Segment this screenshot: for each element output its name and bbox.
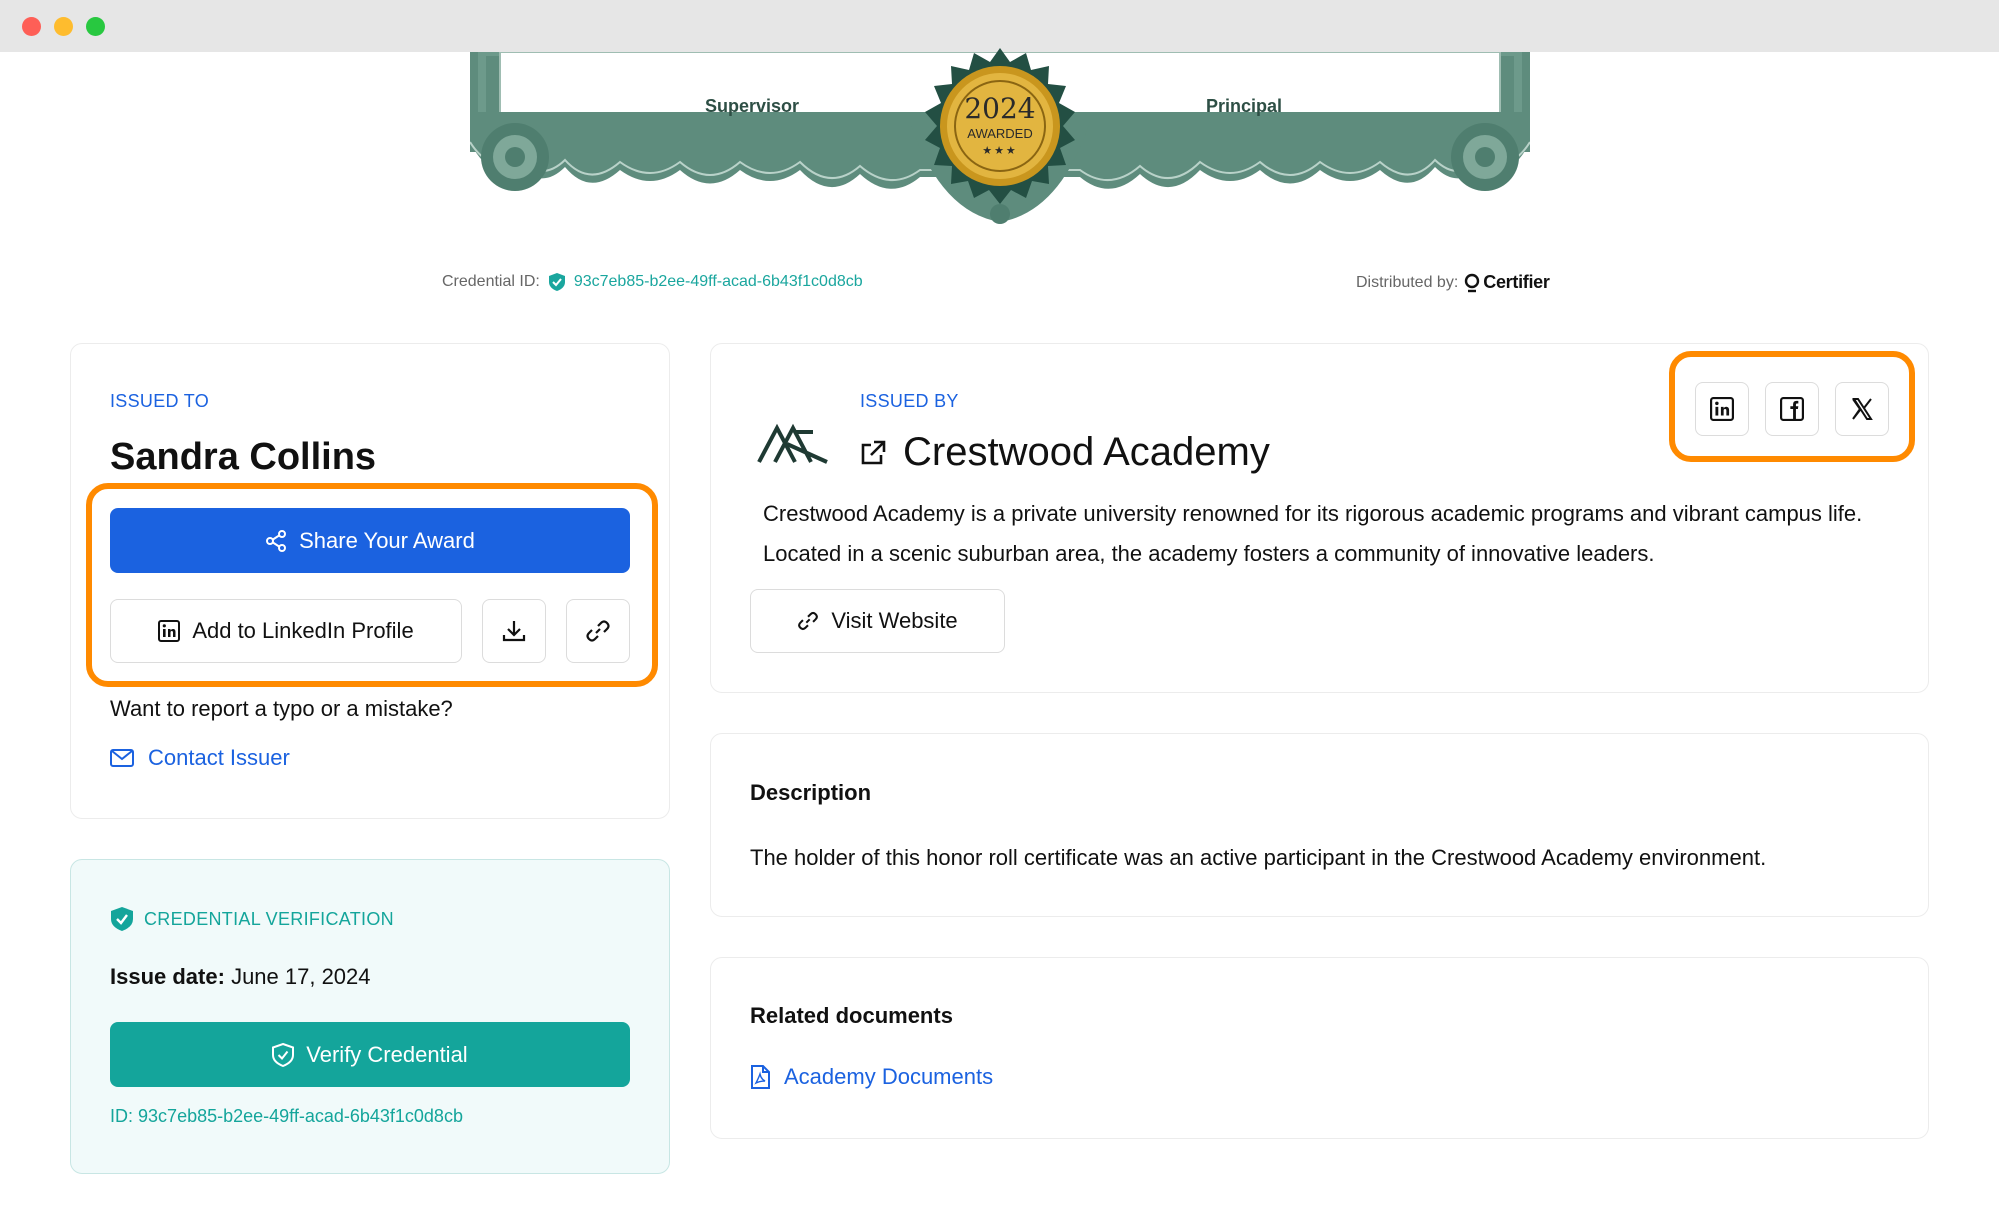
share-award-button[interactable]: Share Your Award <box>110 508 630 573</box>
shield-check-outline-icon <box>272 1042 295 1067</box>
mail-icon <box>110 749 134 767</box>
visit-website-label: Visit Website <box>831 608 958 633</box>
related-documents-title: Related documents <box>750 1003 953 1028</box>
credential-id-label: Credential ID: <box>442 273 540 290</box>
link-icon <box>798 611 819 631</box>
signer-left-label: Supervisor <box>705 96 800 116</box>
linkedin-icon <box>1710 397 1734 421</box>
crestwood-logo-icon <box>757 423 828 464</box>
recipient-name: Sandra Collins <box>110 436 377 478</box>
visit-website-button[interactable]: Visit Website <box>750 589 1005 653</box>
report-typo-text: Want to report a typo or a mistake? <box>110 696 453 721</box>
verify-credential-label: Verify Credential <box>306 1041 468 1067</box>
verify-credential-button[interactable]: Verify Credential <box>110 1022 630 1087</box>
distributed-by-row: Distributed by: Certifier <box>1356 272 1550 293</box>
description-card: Description The holder of this honor rol… <box>710 733 1929 917</box>
link-icon <box>586 620 610 642</box>
description-text: The holder of this honor roll certificat… <box>750 845 1767 870</box>
certifier-logo-icon <box>1465 273 1480 292</box>
download-button[interactable] <box>482 599 546 663</box>
x-icon <box>1852 398 1873 420</box>
share-icon <box>266 529 287 552</box>
issued-by-eyebrow: ISSUED BY <box>860 391 959 411</box>
download-icon <box>502 621 526 642</box>
share-x-button[interactable] <box>1835 382 1889 436</box>
share-award-label: Share Your Award <box>299 527 475 553</box>
verification-title: CREDENTIAL VERIFICATION <box>144 908 394 929</box>
academy-documents-link[interactable]: Academy Documents <box>750 1064 993 1090</box>
issuer-description: Crestwood Academy is a private universit… <box>763 501 1863 566</box>
issued-to-eyebrow: ISSUED TO <box>110 391 210 411</box>
contact-issuer-link[interactable]: Contact Issuer <box>110 745 290 771</box>
copy-link-button[interactable] <box>566 599 630 663</box>
certificate-preview: Supervisor Principal 2024 AWARDED ★★★ <box>469 48 1531 227</box>
related-documents-card: Related documents Academy Documents <box>710 957 1929 1139</box>
seal-year: 2024 <box>964 92 1036 125</box>
signer-right-label: Principal <box>1206 96 1283 116</box>
pdf-icon <box>751 1065 770 1089</box>
minimize-window-button[interactable] <box>54 17 73 36</box>
certifier-logo[interactable]: Certifier <box>1464 272 1550 293</box>
external-link-icon <box>861 440 886 464</box>
maximize-window-button[interactable] <box>86 17 105 36</box>
facebook-icon <box>1780 397 1804 421</box>
shield-check-icon <box>111 907 133 931</box>
verification-id-label: ID: <box>110 1106 134 1126</box>
verification-id-value[interactable]: 93c7eb85-b2ee-49ff-acad-6b43f1c0d8cb <box>138 1106 463 1126</box>
description-title: Description <box>750 780 872 805</box>
add-linkedin-label: Add to LinkedIn Profile <box>192 618 414 643</box>
add-linkedin-button[interactable]: Add to LinkedIn Profile <box>110 599 462 663</box>
issue-date-value: June 17, 2024 <box>231 964 371 989</box>
close-window-button[interactable] <box>22 17 41 36</box>
issue-date-label: Issue date: <box>110 964 225 989</box>
issued-to-card: ISSUED TO Sandra Collins Share Your Awar… <box>70 343 670 819</box>
certifier-logo-text: Certifier <box>1483 272 1550 292</box>
academy-documents-label: Academy Documents <box>784 1064 994 1089</box>
credential-id-link[interactable]: 93c7eb85-b2ee-49ff-acad-6b43f1c0d8cb <box>574 273 863 291</box>
issuer-name: Crestwood Academy <box>903 430 1270 474</box>
share-facebook-button[interactable] <box>1765 382 1819 436</box>
seal-stars: ★★★ <box>982 145 1018 157</box>
verification-header: CREDENTIAL VERIFICATION <box>110 906 394 932</box>
seal-awarded-text: AWARDED <box>967 126 1033 141</box>
linkedin-icon <box>158 620 181 642</box>
award-seal: 2024 AWARDED ★★★ <box>912 44 1088 220</box>
contact-issuer-label: Contact Issuer <box>148 745 290 770</box>
distributed-by-label: Distributed by: <box>1356 273 1459 291</box>
issue-date-row: Issue date: June 17, 2024 <box>110 964 371 990</box>
issuer-name-link[interactable]: Crestwood Academy <box>859 430 1270 475</box>
share-linkedin-button[interactable] <box>1695 382 1749 436</box>
credential-verification-card: CREDENTIAL VERIFICATION Issue date: June… <box>70 859 670 1174</box>
credential-id-row: Credential ID: 93c7eb85-b2ee-49ff-acad-6… <box>442 272 863 292</box>
shield-check-icon <box>548 273 565 291</box>
verification-id-row: ID: 93c7eb85-b2ee-49ff-acad-6b43f1c0d8cb <box>110 1106 463 1127</box>
